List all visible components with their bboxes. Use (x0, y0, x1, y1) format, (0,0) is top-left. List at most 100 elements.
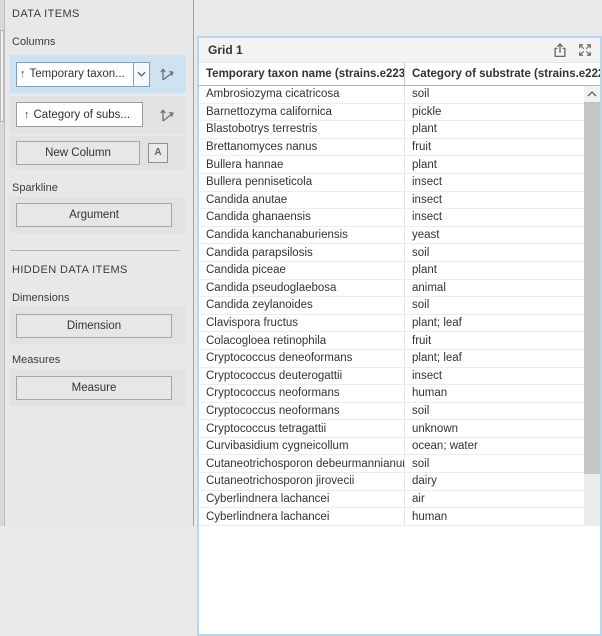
table-row[interactable]: Cryptococcus neoformanshuman (199, 385, 584, 403)
table-row[interactable]: Candida parapsilosissoil (199, 244, 584, 262)
table-row[interactable]: Blastobotrys terrestrisplant (199, 121, 584, 139)
taxon-cell: Candida pseudoglaebosa (199, 280, 405, 297)
substrate-cell: fruit (405, 139, 584, 156)
field-label: Temporary taxon... (26, 68, 134, 80)
data-items-sidebar: DATA ITEMS Columns ↑ Temporary taxon... (0, 0, 193, 526)
substrate-cell: plant (405, 156, 584, 173)
grid-rows: Ambrosiozyma cicatricosasoilBarnettozyma… (199, 86, 584, 526)
taxon-cell: Colacogloea retinophila (199, 332, 405, 349)
field-category-of-substrate[interactable]: ↑ Category of subs... (16, 102, 143, 127)
table-row[interactable]: Candida piceaeplant (199, 262, 584, 280)
column-field-category-of-substrate[interactable]: ↑ Category of subs... (10, 96, 186, 133)
column-header-taxon[interactable]: Temporary taxon name (strains.e223) (199, 63, 405, 85)
table-row[interactable]: Cyberlindnera lachanceihuman (199, 508, 584, 526)
chevron-up-icon (587, 91, 597, 97)
table-row[interactable]: Cryptococcus neoformanssoil (199, 403, 584, 421)
column-header-substrate[interactable]: Category of substrate (strains.e222) (405, 63, 600, 85)
grid-titlebar: Grid 1 (199, 38, 600, 63)
field-label: Category of subs... (30, 109, 139, 121)
scroll-up-button[interactable] (584, 86, 600, 102)
table-row[interactable]: Cryptococcus deuterogattiiinsect (199, 368, 584, 386)
substrate-cell: fruit (405, 332, 584, 349)
taxon-cell: Barnettozyma californica (199, 104, 405, 121)
scrollbar-thumb[interactable] (584, 102, 600, 474)
table-row[interactable]: Cyberlindnera lachanceiair (199, 491, 584, 509)
substrate-cell: insect (405, 368, 584, 385)
substrate-cell: insect (405, 174, 584, 191)
taxon-cell: Blastobotrys terrestris (199, 121, 405, 138)
taxon-cell: Cryptococcus tetragattii (199, 420, 405, 437)
substrate-cell: animal (405, 280, 584, 297)
table-row[interactable]: Cryptococcus deneoformansplant; leaf (199, 350, 584, 368)
table-row[interactable]: Candida zeylanoidessoil (199, 297, 584, 315)
table-row[interactable]: Cutaneotrichosporon debeurmannianumsoil (199, 455, 584, 473)
sparkline-section-label: Sparkline (12, 182, 193, 195)
data-items-header: DATA ITEMS (12, 8, 193, 21)
table-row[interactable]: Curvibasidium cygneicollumocean; water (199, 438, 584, 456)
table-row[interactable]: Bullera penniseticolainsect (199, 174, 584, 192)
grid-widget[interactable]: Grid 1 Tempo (197, 36, 602, 636)
table-row[interactable]: Cutaneotrichosporon jiroveciidairy (199, 473, 584, 491)
taxon-cell: Brettanomyces nanus (199, 139, 405, 156)
grid-column-headers: Temporary taxon name (strains.e223) Cate… (199, 63, 600, 86)
text-type-icon[interactable]: A (148, 143, 168, 163)
taxon-cell: Cyberlindnera lachancei (199, 491, 405, 508)
taxon-cell: Candida ghanaensis (199, 209, 405, 226)
table-row[interactable]: Brettanomyces nanusfruit (199, 139, 584, 157)
table-row[interactable]: Bullera hannaeplant (199, 156, 584, 174)
measures-section-label: Measures (12, 354, 193, 367)
taxon-cell: Candida piceae (199, 262, 405, 279)
substrate-cell: pickle (405, 104, 584, 121)
sort-ascending-icon: ↑ (21, 109, 30, 121)
taxon-cell: Bullera penniseticola (199, 174, 405, 191)
taxon-cell: Cutaneotrichosporon jirovecii (199, 473, 405, 490)
expand-icon[interactable] (578, 43, 592, 57)
taxon-cell: Cyberlindnera lachancei (199, 508, 405, 525)
substrate-cell: plant; leaf (405, 315, 584, 332)
sidebar-scrollbar-thumb[interactable] (0, 30, 4, 122)
table-row[interactable]: Candida pseudoglaebosaanimal (199, 280, 584, 298)
table-row[interactable]: Candida ghanaensisinsect (199, 209, 584, 227)
sidebar-scrollbar[interactable] (0, 0, 5, 526)
taxon-cell: Cryptococcus neoformans (199, 403, 405, 420)
taxon-cell: Curvibasidium cygneicollum (199, 438, 405, 455)
taxon-cell: Cryptococcus deuterogattii (199, 368, 405, 385)
sidebar-divider (10, 250, 180, 251)
substrate-cell: soil (405, 244, 584, 261)
substrate-cell: soil (405, 455, 584, 472)
taxon-cell: Bullera hannae (199, 156, 405, 173)
taxon-cell: Candida zeylanoides (199, 297, 405, 314)
table-row[interactable]: Colacogloea retinophilafruit (199, 332, 584, 350)
columns-section-label: Columns (12, 36, 193, 49)
dimensions-section-label: Dimensions (12, 292, 193, 305)
table-row[interactable]: Candida kanchanaburiensisyeast (199, 227, 584, 245)
new-column-group: New Column A (10, 136, 186, 169)
table-row[interactable]: Ambrosiozyma cicatricosasoil (199, 86, 584, 104)
taxon-cell: Candida kanchanaburiensis (199, 227, 405, 244)
column-field-temporary-taxon[interactable]: ↑ Temporary taxon... (10, 55, 186, 93)
substrate-cell: insect (405, 192, 584, 209)
substrate-cell: insect (405, 209, 584, 226)
chevron-down-icon (137, 71, 146, 77)
dropdown-button[interactable] (133, 63, 149, 86)
table-row[interactable]: Clavispora fructusplant; leaf (199, 315, 584, 333)
field-combo-temporary-taxon[interactable]: ↑ Temporary taxon... (16, 62, 150, 87)
argument-button[interactable]: Argument (16, 203, 172, 227)
taxon-cell: Clavispora fructus (199, 315, 405, 332)
axis-scale-icon[interactable] (158, 106, 176, 124)
new-column-button[interactable]: New Column (16, 141, 140, 165)
measure-button[interactable]: Measure (16, 376, 172, 400)
table-row[interactable]: Candida anutaeinsect (199, 192, 584, 210)
table-row[interactable]: Cryptococcus tetragattiiunknown (199, 420, 584, 438)
grid-vertical-scrollbar[interactable] (584, 86, 600, 526)
export-icon[interactable] (552, 42, 568, 59)
substrate-cell: human (405, 385, 584, 402)
substrate-cell: ocean; water (405, 438, 584, 455)
substrate-cell: soil (405, 403, 584, 420)
taxon-cell: Candida parapsilosis (199, 244, 405, 261)
axis-scale-icon[interactable] (158, 65, 176, 83)
dimension-button[interactable]: Dimension (16, 314, 172, 338)
substrate-cell: plant (405, 121, 584, 138)
table-row[interactable]: Barnettozyma californicapickle (199, 104, 584, 122)
substrate-cell: soil (405, 297, 584, 314)
